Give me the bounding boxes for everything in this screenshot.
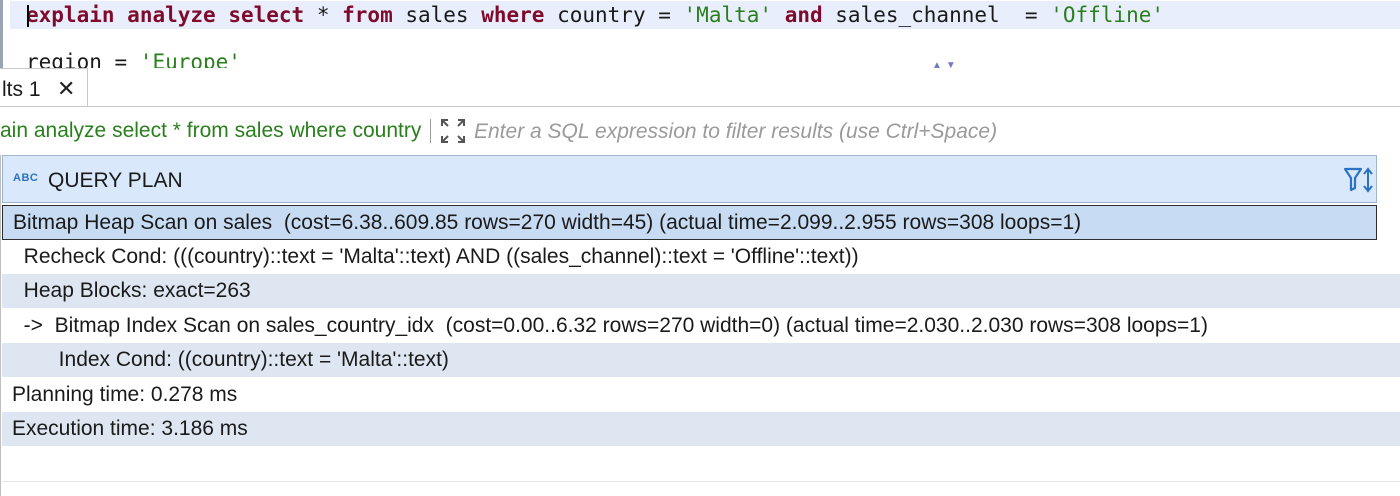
keyword: explain [26,3,115,27]
filter-sort-icon[interactable] [1343,166,1375,194]
tab-label: lts 1 [2,78,41,101]
grid-rows: Bitmap Heap Scan on sales (cost=6.38..60… [2,205,1400,482]
string-literal: 'Offline' [1050,3,1165,27]
keyword: and [784,3,823,27]
text-type-icon: ABC [13,172,39,184]
results-filter-bar: ain analyze select * from sales where co… [0,113,1400,151]
text-caret [27,5,29,27]
column-header-label: QUERY PLAN [48,169,183,192]
identifier: sales [392,3,482,27]
identifier: sales_channel = [822,3,1051,27]
identifier: country = [544,3,684,27]
editor-line-2[interactable]: region = 'Europe' [26,48,241,68]
table-row[interactable]: Heap Blocks: exact=263 [2,274,1400,309]
keyword: select [228,3,305,27]
keyword: where [481,3,545,27]
table-row[interactable]: -> Bitmap Index Scan on sales_country_id… [2,308,1400,343]
empty-row [2,447,1400,482]
tab-results-1[interactable]: lts 1 ✕ [0,68,88,106]
query-text-preview[interactable]: ain analyze select * from sales where co… [0,119,426,143]
keyword: from [342,3,393,27]
table-row[interactable]: Bitmap Heap Scan on sales (cost=6.38..60… [2,205,1377,240]
sql-editor[interactable]: explain analyze select * from sales wher… [0,0,1400,68]
editor-gutter [0,0,3,68]
close-icon[interactable]: ✕ [57,76,75,102]
expand-icon[interactable] [440,118,466,144]
string-literal: 'Europe' [139,50,241,68]
table-row[interactable]: Recheck Cond: (((country)::text = 'Malta… [2,239,1400,274]
editor-line-1[interactable]: explain analyze select * from sales wher… [10,1,1400,29]
operator: * [304,3,343,27]
string-literal: 'Malta' [683,3,773,27]
keyword: analyze [127,3,216,27]
table-row[interactable]: Planning time: 0.278 ms [2,377,1400,412]
identifier: region = [26,50,140,68]
results-tab-bar: lts 1 ✕ [0,68,1400,107]
table-row[interactable]: Index Cond: ((country)::text = 'Malta'::… [2,343,1400,378]
column-header-query-plan[interactable]: ABC QUERY PLAN [2,155,1377,203]
result-grid: ABC QUERY PLAN Bitmap Heap Scan on sales… [0,155,1400,496]
table-row[interactable]: Execution time: 3.186 ms [2,412,1400,447]
divider [430,119,431,143]
filter-expression-input[interactable] [474,117,1374,147]
